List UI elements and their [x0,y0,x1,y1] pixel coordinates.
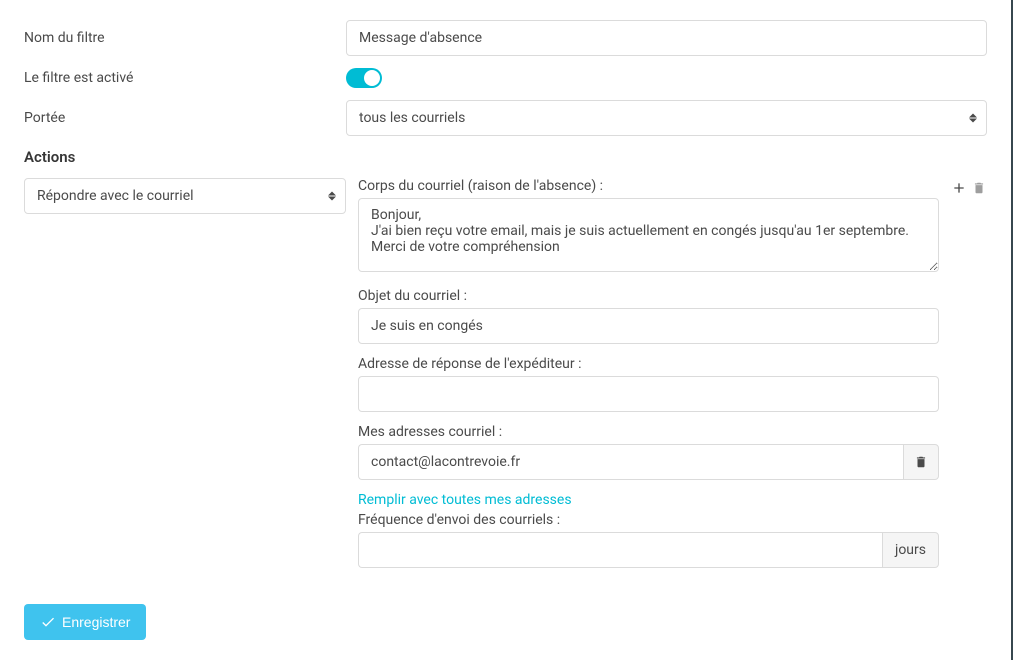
action-type-select[interactable]: Répondre avec le courriel [24,178,346,214]
subject-input[interactable] [358,308,939,344]
delete-action-button[interactable] [971,180,987,196]
filter-scope-label: Portée [24,110,346,126]
filter-name-label: Nom du filtre [24,30,346,46]
check-icon [40,614,56,630]
body-textarea[interactable] [358,198,939,272]
subject-label: Objet du courriel : [358,288,939,304]
freq-label: Fréquence d'envoi des courriels : [358,512,939,528]
trash-icon [972,181,986,195]
plus-icon [951,180,967,196]
save-button-label: Enregistrer [62,614,130,630]
add-action-button[interactable] [951,180,967,196]
freq-unit-label: jours [882,532,939,568]
filter-enabled-label: Le filtre est activé [24,70,346,86]
myaddr-delete-button[interactable] [903,444,939,480]
trash-icon [914,455,928,469]
filter-scope-select[interactable]: tous les courriels [346,100,987,136]
save-button[interactable]: Enregistrer [24,604,146,640]
actions-header: Actions [24,148,987,166]
filter-name-input[interactable] [346,20,987,56]
myaddr-label: Mes adresses courriel : [358,424,939,440]
filter-enabled-toggle[interactable] [346,68,382,88]
replyto-input[interactable] [358,376,939,412]
myaddr-input[interactable] [358,444,903,480]
replyto-label: Adresse de réponse de l'expéditeur : [358,356,939,372]
body-label: Corps du courriel (raison de l'absence) … [358,178,939,194]
freq-input[interactable] [358,532,882,568]
fill-addresses-link[interactable]: Remplir avec toutes mes adresses [358,492,572,508]
